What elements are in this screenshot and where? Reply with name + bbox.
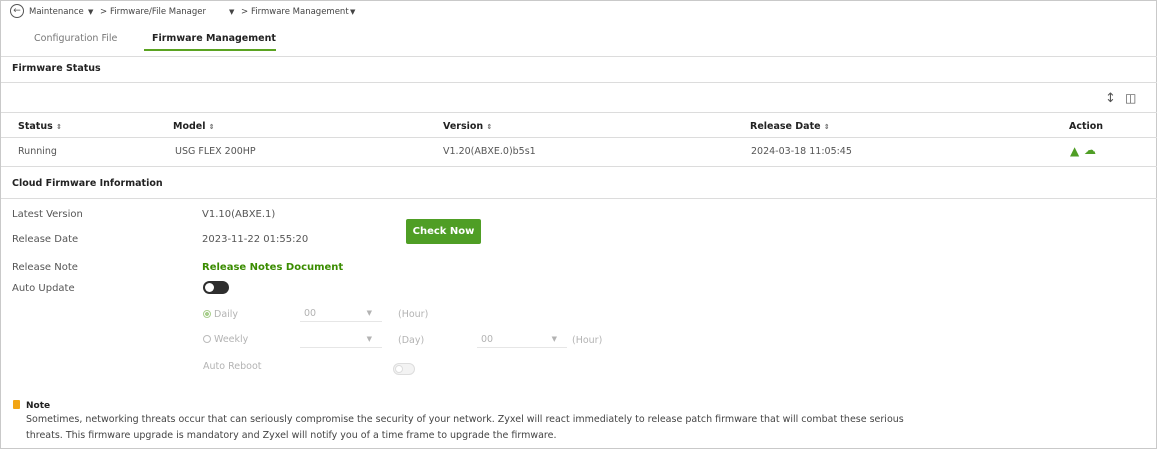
release-date-value: 2023-11-22 01:55:20 [202,234,309,245]
cell-model: USG FLEX 200HP [175,146,256,157]
column-header-version[interactable]: Version ⇕ [443,121,492,132]
column-header-model[interactable]: Model ⇕ [173,121,215,132]
daily-hour-value: 00 [304,308,317,319]
daily-hour-select[interactable]: 00 ▼ [300,305,382,322]
sort-icon[interactable]: ⇕ [56,123,62,131]
header-divider [1,137,1157,138]
hour-unit: (Hour) [572,335,603,346]
note-line-2: threats. This firmware upgrade is mandat… [26,430,557,441]
weekly-radio[interactable]: Weekly [203,334,248,345]
auto-reboot-label: Auto Reboot [203,361,262,372]
release-notes-link[interactable]: Release Notes Document [202,262,343,273]
weekly-hour-value: 00 [481,334,494,345]
latest-version-value: V1.10(ABXE.1) [202,209,276,220]
release-note-label: Release Note [12,262,78,273]
day-unit: (Day) [398,335,425,346]
note-title: Note [26,401,51,411]
cell-release-date: 2024-03-18 11:05:45 [751,146,852,157]
firmware-status-title: Firmware Status [12,63,101,74]
cell-status: Running [18,146,57,157]
chevron-down-icon[interactable]: ▼ [350,8,355,16]
column-height-icon[interactable]: ↕ [1105,91,1116,106]
table-top-border [1,112,1157,113]
auto-update-label: Auto Update [12,283,75,294]
active-tab-indicator [144,49,276,51]
cell-version: V1.20(ABXE.0)b5s1 [443,146,536,157]
columns-icon[interactable]: ◫ [1125,91,1136,105]
divider [1,56,1157,57]
note-icon [13,400,20,409]
daily-radio[interactable]: Daily [203,309,238,320]
sort-icon[interactable]: ⇕ [486,123,492,131]
divider [1,166,1157,167]
chevron-down-icon: ▼ [366,335,372,343]
check-now-button[interactable]: Check Now [406,219,481,244]
column-header-action: Action [1069,121,1104,132]
column-header-status[interactable]: Status ⇕ [18,121,62,132]
sort-icon[interactable]: ⇕ [209,123,215,131]
note-line-1: Sometimes, networking threats occur that… [26,414,904,425]
auto-reboot-toggle[interactable] [393,363,415,375]
tab-configuration-file[interactable]: Configuration File [34,33,117,44]
tab-firmware-management[interactable]: Firmware Management [152,33,276,44]
chevron-down-icon: ▼ [551,335,557,343]
download-icon[interactable]: ▲ [1070,144,1079,158]
chevron-down-icon[interactable]: ▼ [88,8,93,16]
divider [1,82,1157,83]
column-header-release-date[interactable]: Release Date ⇕ [750,121,830,132]
sort-icon[interactable]: ⇕ [824,123,830,131]
hour-unit: (Hour) [398,309,429,320]
breadcrumb-firmware-file-manager[interactable]: Firmware/File Manager [110,7,206,17]
radio-checked-icon [203,310,211,318]
chevron-down-icon[interactable]: ▼ [229,8,234,16]
latest-version-label: Latest Version [12,209,83,220]
auto-update-toggle[interactable] [203,281,229,294]
breadcrumb-firmware-management[interactable]: Firmware Management [251,7,349,17]
radio-unchecked-icon [203,335,211,343]
cloud-upload-icon[interactable]: ☁ [1084,143,1096,157]
back-icon[interactable]: ← [10,4,24,18]
cloud-firmware-title: Cloud Firmware Information [12,178,163,189]
weekly-day-select[interactable]: ▼ [300,331,382,348]
divider [1,198,1157,199]
chevron-down-icon: ▼ [366,309,372,317]
breadcrumb-separator: > [100,7,108,17]
release-date-label: Release Date [12,234,79,245]
weekly-hour-select[interactable]: 00 ▼ [477,331,567,348]
page-frame [0,0,1157,449]
breadcrumb-maintenance[interactable]: Maintenance [29,7,84,17]
breadcrumb-separator: > [241,7,249,17]
